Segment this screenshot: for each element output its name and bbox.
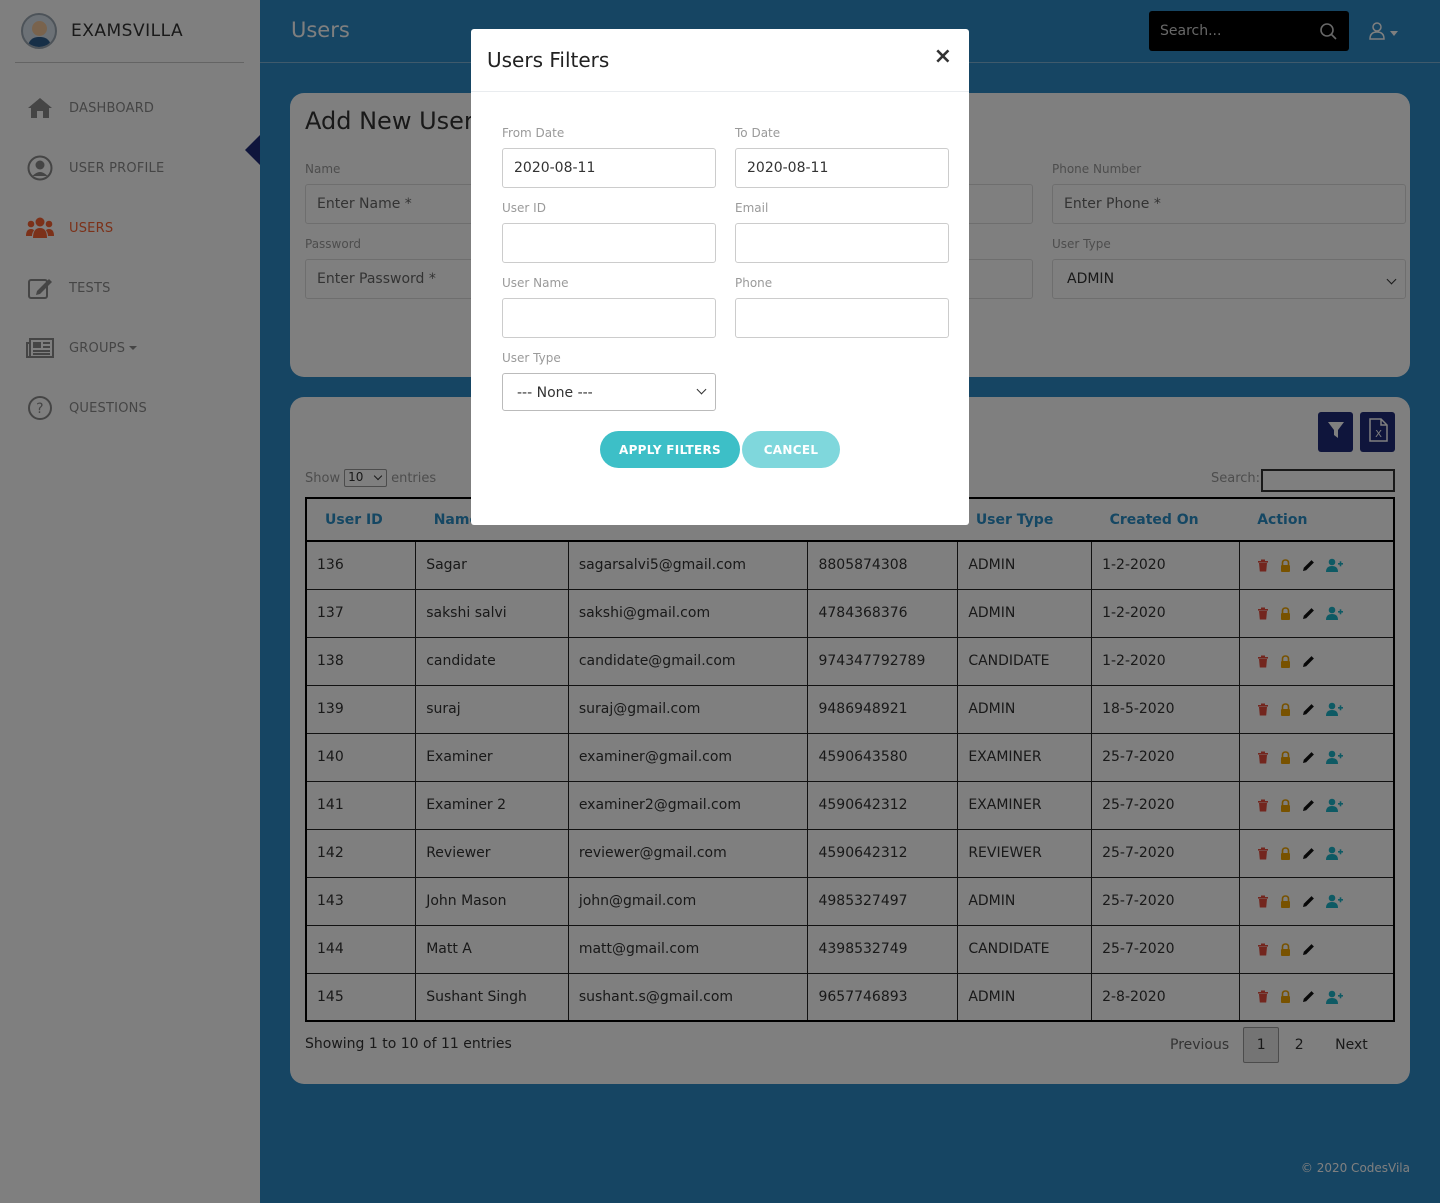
cancel-button[interactable]: CANCEL: [742, 431, 840, 468]
apply-filters-button[interactable]: APPLY FILTERS: [600, 431, 740, 468]
user-id-label: User ID: [502, 201, 546, 215]
from-date-field[interactable]: 2020-08-11: [502, 148, 716, 188]
chevron-down-icon: [696, 384, 707, 395]
from-date-label: From Date: [502, 126, 565, 140]
close-icon[interactable]: ×: [934, 44, 952, 69]
users-filters-modal: Users Filters × From Date 2020-08-11 To …: [471, 29, 969, 525]
user-type-select[interactable]: --- None ---: [502, 373, 716, 411]
modal-title: Users Filters: [487, 48, 610, 72]
user-name-label: User Name: [502, 276, 569, 290]
email-label: Email: [735, 201, 769, 215]
phone-label: Phone: [735, 276, 773, 290]
user-type-label: User Type: [502, 351, 561, 365]
to-date-label: To Date: [735, 126, 781, 140]
phone-field[interactable]: [735, 298, 949, 338]
user-type-value: --- None ---: [517, 385, 593, 401]
user-name-field[interactable]: [502, 298, 716, 338]
email-field[interactable]: [735, 223, 949, 263]
user-id-field[interactable]: [502, 223, 716, 263]
modal-header: Users Filters ×: [471, 29, 969, 92]
to-date-field[interactable]: 2020-08-11: [735, 148, 949, 188]
